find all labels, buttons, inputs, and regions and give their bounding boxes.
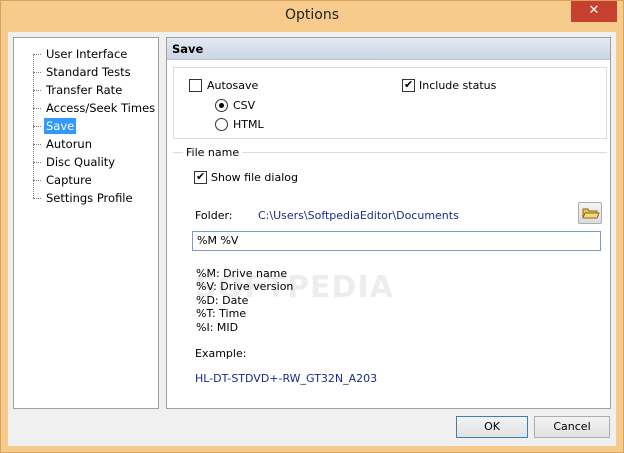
sidebar-item-label: Capture	[46, 173, 92, 187]
save-options-group: Autosave Include status CSV HTML	[173, 67, 607, 139]
sidebar-item-label: Save	[44, 118, 77, 134]
autosave-label[interactable]: Autosave	[207, 79, 258, 92]
panel-title: Save	[172, 42, 204, 56]
sidebar-item-label: Standard Tests	[46, 65, 131, 79]
file-name-pattern-input[interactable]: %M %V	[192, 231, 601, 251]
sidebar-item-settings-profile[interactable]: Settings Profile	[33, 189, 158, 207]
sidebar-item-standard-tests[interactable]: Standard Tests	[33, 63, 158, 81]
panel-header: Save	[167, 38, 610, 60]
show-file-dialog-label[interactable]: Show file dialog	[211, 171, 298, 184]
sidebar-item-capture[interactable]: Capture	[33, 171, 158, 189]
format-html-radio[interactable]	[215, 118, 228, 131]
format-html-label[interactable]: HTML	[233, 118, 264, 131]
options-window: Options ✕ User Interface Standard Tests …	[0, 0, 624, 453]
window-title: Options	[284, 7, 340, 23]
sidebar-item-label: Disc Quality	[46, 155, 116, 169]
ok-button[interactable]: OK	[456, 416, 528, 438]
autosave-checkbox[interactable]	[189, 79, 202, 92]
cancel-button[interactable]: Cancel	[534, 416, 610, 438]
sidebar-item-label: Autorun	[46, 137, 93, 151]
browse-folder-button[interactable]	[578, 202, 602, 224]
watermark: SOFTPEDIA	[195, 270, 394, 305]
title-bar[interactable]: Options ✕	[1, 1, 623, 32]
include-status-checkbox[interactable]	[402, 78, 415, 92]
sidebar-item-transfer-rate[interactable]: Transfer Rate	[33, 81, 158, 99]
close-icon: ✕	[588, 3, 600, 18]
close-button[interactable]: ✕	[571, 1, 617, 22]
show-file-dialog-checkbox[interactable]	[194, 170, 207, 184]
legend-time: %T: Time	[196, 307, 247, 320]
sidebar-item-label: Access/Seek Times	[46, 101, 156, 115]
dialog-client: User Interface Standard Tests Transfer R…	[8, 32, 616, 446]
category-tree: User Interface Standard Tests Transfer R…	[13, 37, 159, 409]
include-status-label[interactable]: Include status	[419, 79, 496, 92]
format-csv-label[interactable]: CSV	[233, 99, 255, 112]
sidebar-item-save[interactable]: Save	[33, 117, 158, 135]
sidebar-item-user-interface[interactable]: User Interface	[33, 45, 158, 63]
sidebar-item-autorun[interactable]: Autorun	[33, 135, 158, 153]
folder-label: Folder:	[195, 209, 233, 222]
sidebar-item-label: User Interface	[46, 47, 128, 61]
file-name-group-label: File name	[183, 146, 243, 159]
format-csv-radio[interactable]	[215, 99, 228, 112]
settings-panel: Save Autosave Include status CSV HTML Fi…	[166, 37, 611, 409]
legend-mid: %I: MID	[196, 321, 239, 334]
example-value: HL-DT-STDVD+-RW_GT32N_A203	[195, 372, 378, 385]
example-label: Example:	[195, 347, 247, 360]
sidebar-item-access-seek-times[interactable]: Access/Seek Times	[33, 99, 158, 117]
folder-icon	[582, 208, 600, 219]
sidebar-item-disc-quality[interactable]: Disc Quality	[33, 153, 158, 171]
sidebar-item-label: Settings Profile	[46, 191, 133, 205]
sidebar-item-label: Transfer Rate	[46, 83, 123, 97]
folder-path: C:\Users\SoftpediaEditor\Documents	[258, 209, 459, 222]
